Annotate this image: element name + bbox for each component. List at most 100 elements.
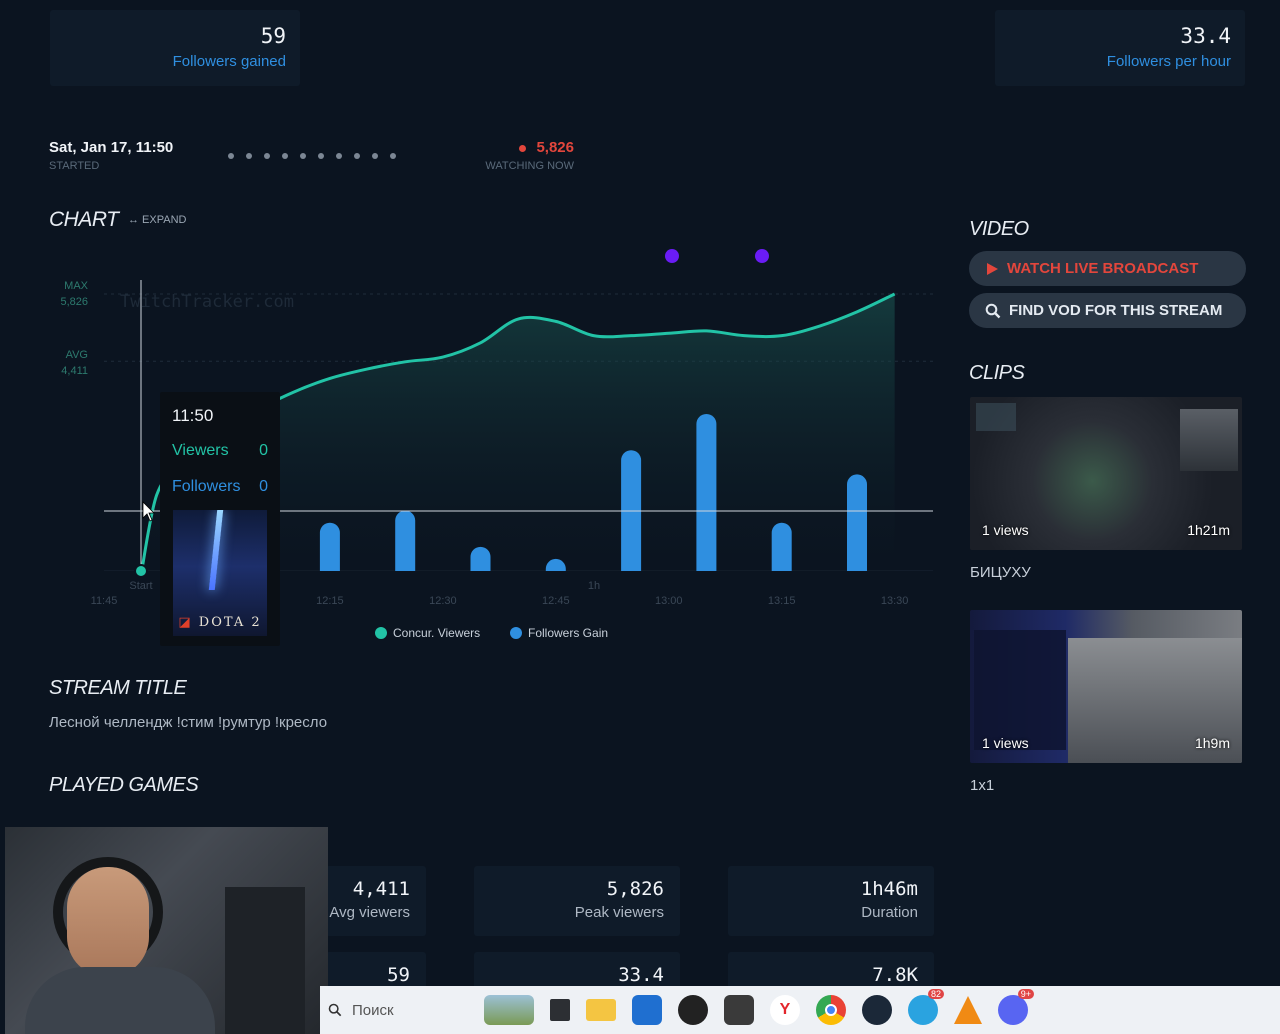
tooltip-viewers-label: Viewers (172, 442, 229, 459)
chrome-center (825, 1004, 837, 1016)
discord-icon[interactable]: 9+ (998, 989, 1034, 1025)
tooltip-time: 11:50 (172, 406, 214, 425)
clip-title[interactable]: БИЦУХУ (970, 564, 1031, 581)
clip-duration: 1h21m (1187, 522, 1230, 538)
urc-icon[interactable] (724, 995, 754, 1025)
taskbar-apps: Y 82 9+ (484, 989, 1034, 1025)
max-value: 5,826 (60, 296, 88, 308)
x-tick-label: 12:45 (542, 595, 570, 607)
stat-value: 33.4 (618, 964, 664, 986)
find-vod-label: FIND VOD FOR THIS STREAM (1009, 302, 1223, 319)
chart-watermark: TwitchTracker.com (120, 292, 294, 312)
game-thumbnail: ◪ DOTA 2 (173, 510, 267, 636)
file-icon[interactable] (550, 999, 570, 1021)
watching-value-row: 5,826 (472, 139, 574, 156)
x-tick-label: 12:15 (316, 595, 344, 607)
followers-bar[interactable] (696, 414, 717, 581)
legend-dot-icon (510, 627, 522, 639)
expand-button[interactable]: ↔ EXPAND (128, 214, 186, 226)
clip-views: 1 views (982, 522, 1029, 538)
live-dot-icon (519, 144, 527, 152)
store-icon[interactable] (632, 995, 662, 1025)
webcam-feed (5, 827, 328, 1034)
avg-label: AVG (66, 349, 88, 361)
tooltip-followers-value: 0 (259, 478, 268, 495)
steam-icon[interactable] (862, 995, 892, 1025)
watching-label: WATCHING NOW (485, 160, 574, 172)
followers-bar[interactable] (621, 450, 642, 581)
legend-item-followers[interactable]: Followers Gain (510, 626, 608, 640)
find-vod-button[interactable]: FIND VOD FOR THIS STREAM (969, 293, 1246, 328)
webcam-overlay (1180, 409, 1238, 471)
max-label: MAX (64, 280, 89, 292)
followers-bar[interactable] (395, 510, 416, 581)
game-name: DOTA 2 (198, 615, 262, 630)
chrome-icon[interactable] (816, 995, 846, 1025)
landscape-widget-icon[interactable] (484, 995, 534, 1025)
streamer-hoodie (25, 967, 215, 1034)
windows-taskbar: Поиск Y 82 9+ (320, 986, 1280, 1034)
stat-card-avg-viewers: 4,411 Avg viewers (326, 866, 426, 936)
legend-label: Followers Gain (528, 626, 609, 640)
started-info: Sat, Jan 17, 11:50 STARTED (49, 139, 173, 172)
start-label: Start (129, 580, 152, 592)
search-placeholder: Поиск (352, 1001, 394, 1019)
yandex-icon[interactable]: Y (770, 995, 800, 1025)
clip-views: 1 views (982, 735, 1029, 751)
discord-badge: 9+ (1017, 989, 1034, 999)
stat-label: Duration (861, 904, 918, 921)
watching-info: 5,826 WATCHING NOW (472, 139, 574, 172)
watch-live-button[interactable]: WATCH LIVE BROADCAST (969, 251, 1246, 286)
stat-card-peak-viewers: 5,826 Peak viewers (474, 866, 680, 936)
event-marker[interactable] (755, 249, 769, 263)
watch-live-label: WATCH LIVE BROADCAST (1007, 260, 1199, 277)
clips-heading: CLIPS (969, 362, 1025, 384)
stat-card-duration: 1h46m Duration (728, 866, 934, 936)
stat-value: 59 (387, 964, 410, 986)
started-label: STARTED (49, 160, 100, 172)
lightning-graphic (208, 510, 224, 590)
chart-tooltip: 11:50 Viewers 0 Followers 0 ◪ DOTA 2 (160, 392, 280, 646)
avg-value: 4,411 (61, 365, 88, 377)
tooltip-viewers-row: Viewers 0 (172, 442, 268, 460)
start-point-marker (134, 564, 148, 578)
x-tick-label: 12:30 (429, 595, 457, 607)
search-icon (328, 1003, 342, 1017)
clip-thumbnail[interactable]: 1 views 1h9m (970, 610, 1242, 763)
tooltip-followers-label: Followers (172, 478, 241, 495)
stat-label: Followers per hour (1106, 53, 1231, 70)
timeline-dots (228, 153, 396, 159)
vlc-icon[interactable] (954, 996, 982, 1024)
legend-label: Concur. Viewers (393, 626, 481, 640)
stat-value: 59 (260, 24, 286, 48)
clip-title[interactable]: 1x1 (970, 777, 994, 794)
stat-value: 4,411 (352, 878, 410, 900)
stat-label: Peak viewers (574, 904, 664, 921)
stat-label: Followers gained (172, 53, 286, 70)
event-marker[interactable] (665, 249, 679, 263)
video-heading: VIDEO (969, 218, 1029, 240)
tooltip-followers-row: Followers 0 (172, 478, 268, 496)
minimap (976, 403, 1016, 431)
clip-thumbnail[interactable]: 1 views 1h21m (970, 397, 1242, 550)
followers-bar[interactable] (847, 474, 867, 581)
clip-duration: 1h9m (1194, 735, 1230, 751)
chart-heading: CHART (49, 208, 119, 231)
telegram-icon[interactable]: 82 (908, 989, 944, 1025)
chat-overlay (974, 630, 1066, 750)
stat-value: 33.4 (1180, 24, 1231, 48)
started-value: Sat, Jan 17, 11:50 (49, 139, 174, 156)
stream-title-text: Лесной челлендж !стим !румтур !кресло (49, 714, 328, 731)
obs-icon[interactable] (678, 995, 708, 1025)
folder-icon[interactable] (586, 999, 616, 1021)
stream-title-heading: STREAM TITLE (49, 677, 187, 699)
game-logo: ◪ DOTA 2 (178, 615, 262, 630)
stat-value: 7.8K (872, 964, 918, 986)
played-games-heading: PLAYED GAMES (49, 774, 199, 796)
tooltip-viewers-value: 0 (259, 442, 268, 459)
search-icon (985, 303, 1001, 318)
legend-item-viewers[interactable]: Concur. Viewers (375, 626, 480, 640)
stat-value: 1h46m (860, 878, 918, 900)
room-shelf (225, 887, 305, 1034)
watching-value: 5,826 (536, 139, 574, 156)
